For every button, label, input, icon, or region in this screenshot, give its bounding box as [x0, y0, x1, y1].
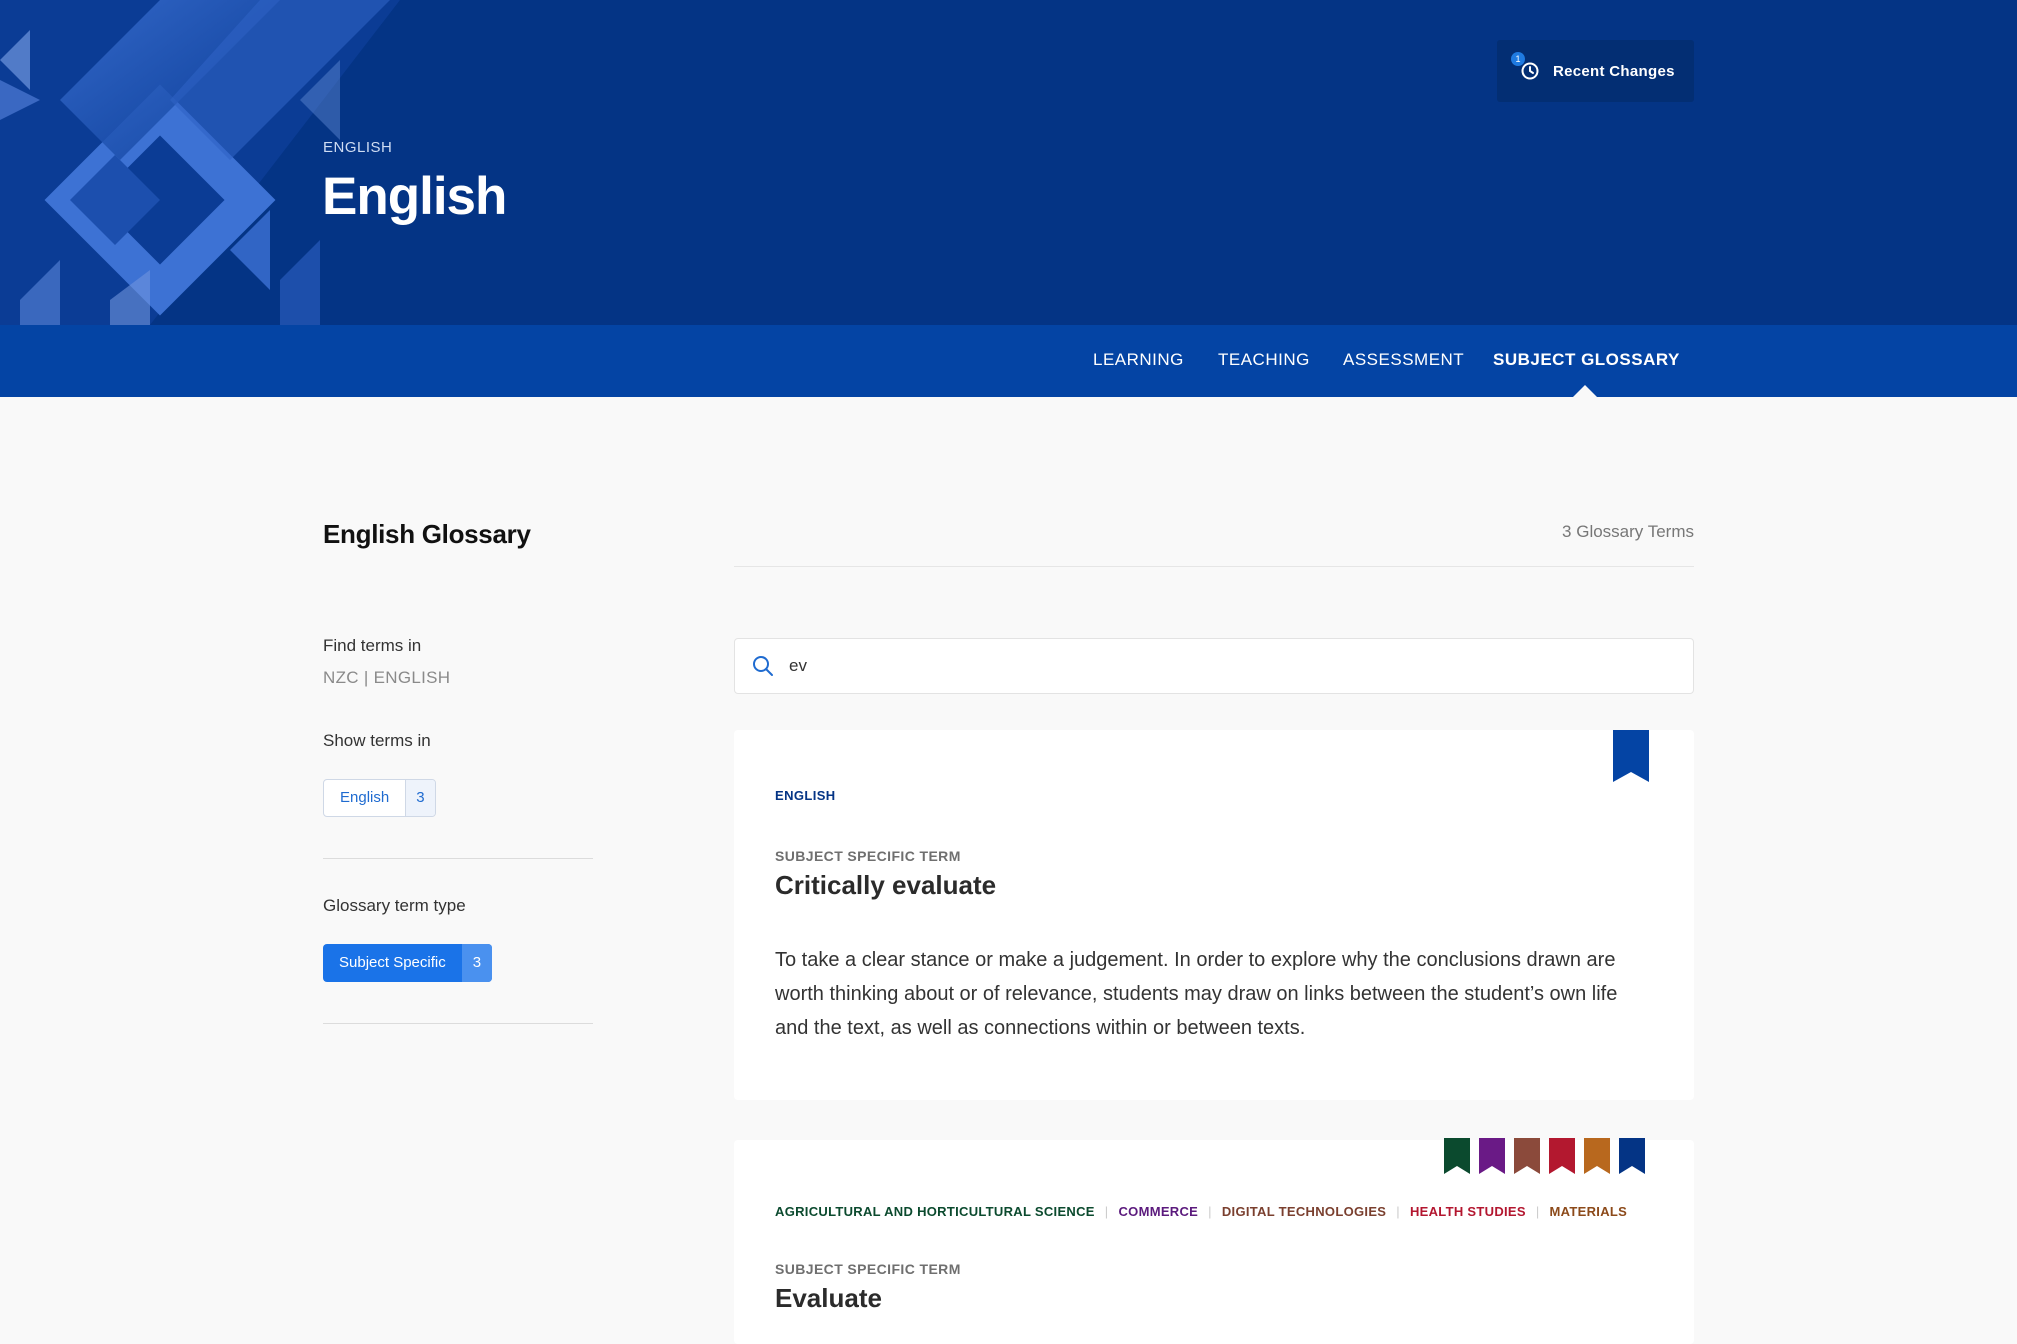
main-nav: LEARNING TEACHING ASSESSMENT SUBJECT GLO…	[0, 325, 2017, 397]
breadcrumb[interactable]: ENGLISH	[323, 139, 392, 156]
nav-learning[interactable]: LEARNING	[1093, 350, 1184, 370]
chip-label: English	[340, 789, 390, 806]
subject-tag[interactable]: AGRICULTURAL AND HORTICULTURAL SCIENCE	[775, 1204, 1095, 1219]
search-icon	[753, 656, 773, 676]
glossary-title: English Glossary	[323, 519, 531, 549]
term-definition: To take a clear stance or make a judgeme…	[775, 949, 1618, 1039]
bookmark-icon	[1619, 1138, 1645, 1174]
subject-tags: AGRICULTURAL AND HORTICULTURAL SCIENCE | C…	[775, 1204, 1655, 1219]
tag-separator: |	[1396, 1204, 1400, 1219]
chip-count: 3	[405, 780, 435, 816]
history-icon: 1	[1511, 52, 1541, 82]
nav-subject-glossary[interactable]: SUBJECT GLOSSARY	[1493, 350, 1680, 370]
divider	[323, 1023, 593, 1024]
bookmark-icon	[1479, 1138, 1505, 1174]
glossary-term-count: 3 Glossary Terms	[1562, 522, 1694, 541]
subject-tag[interactable]: ENGLISH	[775, 788, 836, 803]
tag-separator: |	[1535, 1204, 1540, 1219]
recent-changes-label: Recent Changes	[1553, 62, 1675, 80]
term-type: SUBJECT SPECIFIC TERM	[775, 848, 961, 864]
find-terms-value: NZC | ENGLISH	[323, 668, 451, 687]
subject-tag[interactable]: MATERIALS	[1550, 1204, 1628, 1219]
nav-assessment[interactable]: ASSESSMENT	[1343, 350, 1464, 370]
page-header: ENGLISH English 1 Recent Changes	[0, 0, 2017, 325]
tag-separator: |	[1104, 1204, 1109, 1219]
search-input[interactable]	[789, 656, 1649, 676]
tag-separator: |	[1208, 1204, 1212, 1219]
nav-active-indicator	[1573, 385, 1597, 397]
bookmark-icon	[1613, 730, 1649, 782]
show-terms-label: Show terms in	[323, 731, 431, 750]
term-type: SUBJECT SPECIFIC TERM	[775, 1261, 961, 1277]
term-type-label: Glossary term type	[323, 896, 466, 915]
subject-tag[interactable]: COMMERCE	[1118, 1204, 1198, 1219]
glossary-card[interactable]: ENGLISH SUBJECT SPECIFIC TERM Critically…	[734, 730, 1694, 1100]
find-terms-label: Find terms in	[323, 636, 422, 655]
term-title: Critically evaluate	[775, 870, 997, 900]
search-bar[interactable]	[734, 638, 1694, 694]
recent-changes-badge: 1	[1511, 52, 1525, 66]
recent-changes-button[interactable]: 1 Recent Changes	[1497, 40, 1694, 102]
header-pattern	[0, 0, 400, 325]
bookmark-icon	[1514, 1138, 1540, 1174]
term-title: Evaluate	[775, 1283, 882, 1313]
chip-label: Subject Specific	[339, 954, 446, 971]
bookmark-icon	[1584, 1138, 1610, 1174]
filter-chip-english[interactable]: English 3	[323, 779, 436, 817]
divider	[734, 566, 1694, 567]
subject-tag[interactable]: DIGITAL TECHNOLOGIES	[1222, 1204, 1386, 1219]
chip-count: 3	[461, 944, 493, 982]
filter-chip-subject-specific[interactable]: Subject Specific 3	[323, 944, 493, 982]
glossary-card[interactable]: AGRICULTURAL AND HORTICULTURAL SCIENCE | C…	[734, 1138, 1694, 1344]
page-title: English	[322, 167, 507, 226]
divider	[323, 858, 593, 859]
nav-teaching[interactable]: TEACHING	[1218, 350, 1310, 370]
bookmark-icon	[1444, 1138, 1470, 1174]
subject-tag[interactable]: HEALTH STUDIES	[1410, 1204, 1526, 1219]
bookmark-icon	[1549, 1138, 1575, 1174]
